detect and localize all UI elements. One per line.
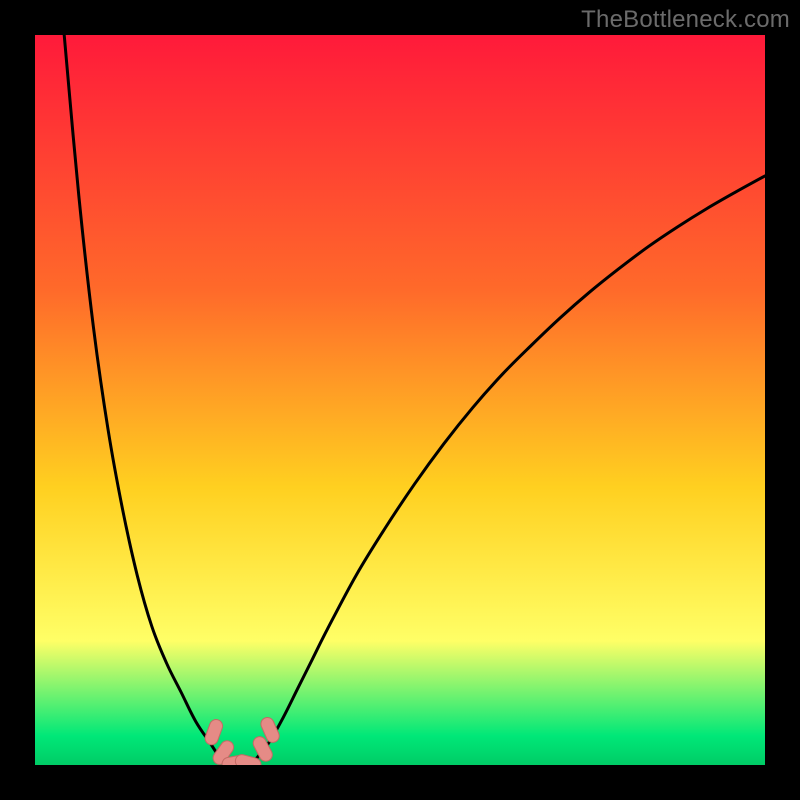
watermark-text: TheBottleneck.com: [581, 6, 790, 34]
bottleneck-chart: [35, 35, 765, 765]
chart-frame: [35, 35, 765, 765]
gradient-background: [35, 35, 765, 765]
